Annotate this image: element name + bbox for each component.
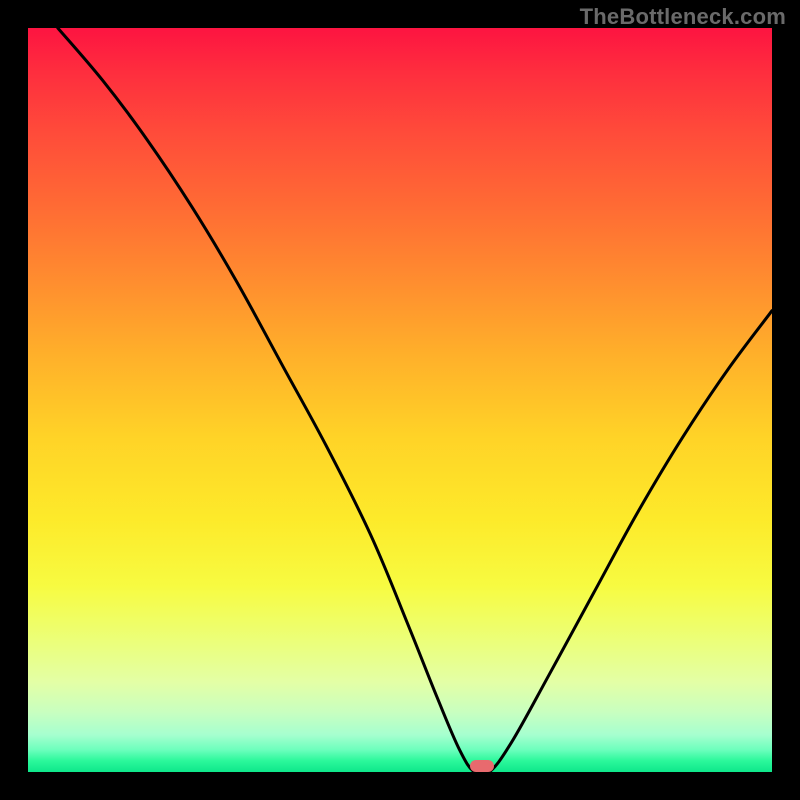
chart-frame: TheBottleneck.com (0, 0, 800, 800)
watermark-text: TheBottleneck.com (580, 4, 786, 30)
bottleneck-curve (28, 28, 772, 772)
plot-area (28, 28, 772, 772)
optimal-marker (470, 760, 494, 772)
curve-line (58, 28, 772, 772)
